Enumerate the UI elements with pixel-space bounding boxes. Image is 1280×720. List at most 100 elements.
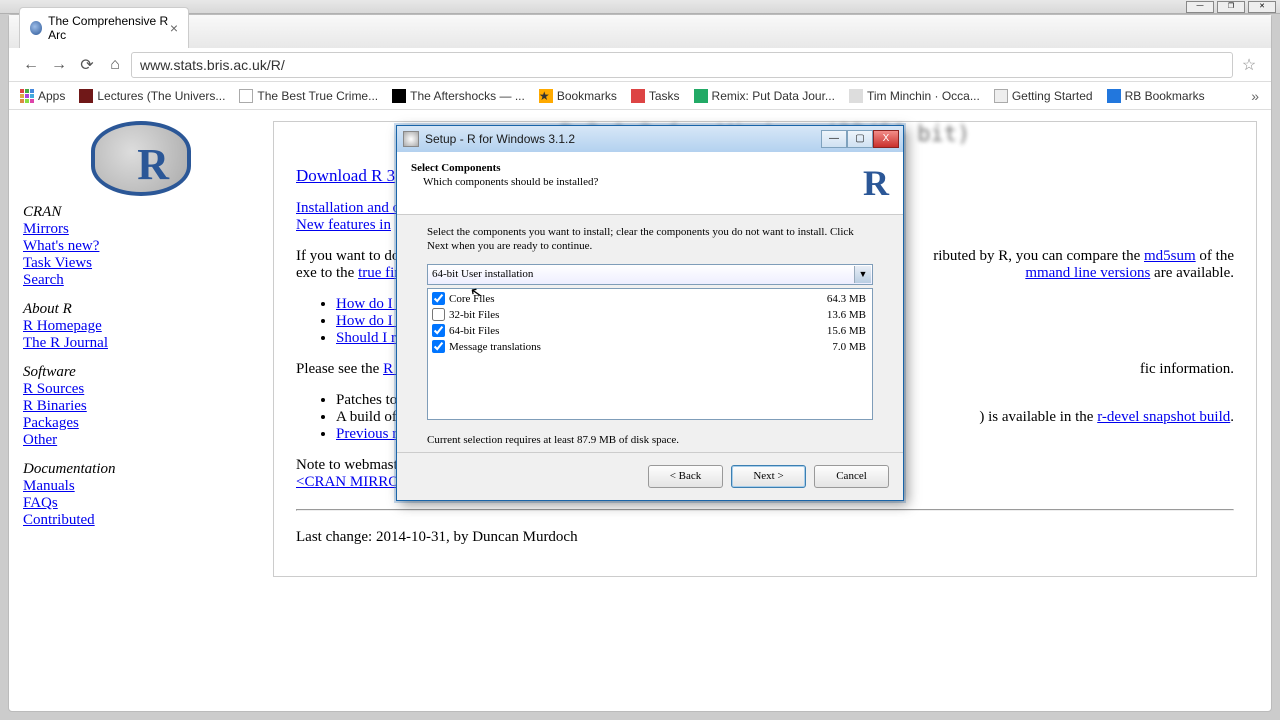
component-label: 64-bit Files: [449, 325, 499, 337]
sidebar-link[interactable]: What's new?: [23, 238, 259, 255]
dialog-header: Select Components Which components shoul…: [397, 152, 903, 215]
tab-favicon: [30, 21, 42, 35]
install-type-dropdown[interactable]: 64-bit User installation ▼: [427, 264, 873, 285]
dialog-titlebar[interactable]: Setup - R for Windows 3.1.2 — ▢ X: [397, 126, 903, 152]
bookmark-item[interactable]: ★Bookmarks: [536, 86, 620, 106]
bookmark-icon: [849, 89, 863, 103]
sidebar-link[interactable]: Contributed: [23, 512, 259, 529]
bookmark-item[interactable]: RB Bookmarks: [1104, 86, 1208, 106]
sidebar-link[interactable]: The R Journal: [23, 335, 259, 352]
newfeatures-link[interactable]: New features in: [296, 217, 391, 233]
sidebar-heading: CRAN: [23, 204, 61, 220]
dialog-minimize-button[interactable]: —: [821, 130, 847, 148]
sidebar-link[interactable]: Mirrors: [23, 221, 259, 238]
bookmark-item[interactable]: Getting Started: [991, 86, 1096, 106]
component-label: 32-bit Files: [449, 309, 499, 321]
dialog-heading: Select Components: [411, 162, 598, 174]
reload-button[interactable]: ⟳: [75, 53, 99, 77]
sidebar: CRAN Mirrors What's new? Task Views Sear…: [23, 121, 273, 577]
sidebar-link[interactable]: Task Views: [23, 255, 259, 272]
component-size: 15.6 MB: [827, 325, 866, 337]
component-size: 7.0 MB: [832, 341, 866, 353]
back-button[interactable]: < Back: [648, 465, 723, 488]
disk-space-text: Current selection requires at least 87.9…: [427, 434, 873, 446]
component-checkbox[interactable]: [432, 324, 445, 337]
sidebar-link[interactable]: R Homepage: [23, 318, 259, 335]
forward-button[interactable]: →: [47, 53, 71, 77]
bookmark-item[interactable]: Remix: Put Data Jour...: [691, 86, 838, 106]
sidebar-link[interactable]: Other: [23, 432, 259, 449]
os-minimize-button[interactable]: —: [1186, 1, 1214, 13]
component-checkbox[interactable]: [432, 292, 445, 305]
bookmark-star-icon[interactable]: ☆: [1237, 55, 1261, 75]
bookmark-icon: [392, 89, 406, 103]
components-list: Core Files 64.3 MB 32-bit Files 13.6 MB …: [427, 288, 873, 420]
cancel-button[interactable]: Cancel: [814, 465, 889, 488]
component-size: 64.3 MB: [827, 293, 866, 305]
apps-label: Apps: [38, 89, 65, 103]
dialog-maximize-button[interactable]: ▢: [847, 130, 873, 148]
install-link[interactable]: Installation and o: [296, 200, 400, 216]
component-checkbox[interactable]: [432, 340, 445, 353]
nav-toolbar: ← → ⟳ ⌂ www.stats.bris.ac.uk/R/ ☆: [9, 48, 1271, 82]
bookmark-icon: [994, 89, 1008, 103]
bookmark-icon: [1107, 89, 1121, 103]
url-text: www.stats.bris.ac.uk/R/: [140, 57, 285, 73]
chevron-down-icon: ▼: [854, 266, 871, 283]
component-label: Core Files: [449, 293, 495, 305]
home-button[interactable]: ⌂: [103, 53, 127, 77]
tabs-bar: The Comprehensive R Arc ×: [9, 15, 1271, 48]
component-checkbox[interactable]: [432, 308, 445, 321]
sidebar-link[interactable]: Search: [23, 272, 259, 289]
bookmark-icon: [694, 89, 708, 103]
apps-button[interactable]: Apps: [17, 86, 68, 106]
dialog-subheading: Which components should be installed?: [423, 176, 598, 188]
sidebar-heading: Documentation: [23, 461, 115, 477]
next-button[interactable]: Next >: [731, 465, 806, 488]
dialog-title: Setup - R for Windows 3.1.2: [425, 132, 575, 146]
sidebar-heading: About R: [23, 301, 72, 317]
star-icon: ★: [539, 89, 553, 103]
back-button[interactable]: ←: [19, 53, 43, 77]
sidebar-link[interactable]: FAQs: [23, 495, 259, 512]
setup-icon: [403, 131, 419, 147]
bookmark-item[interactable]: The Aftershocks — ...: [389, 86, 528, 106]
bookmark-item[interactable]: The Best True Crime...: [236, 86, 381, 106]
r-logo: [91, 121, 191, 196]
cmdline-link[interactable]: mmand line versions: [1025, 265, 1150, 281]
dialog-close-button[interactable]: X: [873, 130, 899, 148]
rdevel-link[interactable]: r-devel snapshot build: [1097, 409, 1230, 425]
os-close-button[interactable]: ✕: [1248, 1, 1276, 13]
os-window-titlebar: — ❐ ✕: [0, 0, 1280, 14]
component-label: Message translations: [449, 341, 541, 353]
address-bar[interactable]: www.stats.bris.ac.uk/R/: [131, 52, 1233, 78]
dropdown-value: 64-bit User installation: [432, 268, 533, 280]
component-row[interactable]: Message translations 7.0 MB: [430, 339, 870, 355]
last-change: Last change: 2014-10-31, by Duncan Murdo…: [296, 529, 1234, 546]
bookmark-icon: [79, 89, 93, 103]
sidebar-link[interactable]: R Sources: [23, 381, 259, 398]
installer-dialog: Setup - R for Windows 3.1.2 — ▢ X Select…: [396, 125, 904, 501]
bookmarks-bar: Apps Lectures (The Univers... The Best T…: [9, 82, 1271, 110]
os-restore-button[interactable]: ❐: [1217, 1, 1245, 13]
dialog-body: Select the components you want to instal…: [397, 215, 903, 452]
bookmark-item[interactable]: Tasks: [628, 86, 683, 106]
browser-tab[interactable]: The Comprehensive R Arc ×: [19, 7, 189, 48]
sidebar-link[interactable]: Manuals: [23, 478, 259, 495]
component-size: 13.6 MB: [827, 309, 866, 321]
bookmark-item[interactable]: Lectures (The Univers...: [76, 86, 228, 106]
md5sum-link[interactable]: md5sum: [1144, 248, 1196, 264]
component-row[interactable]: 32-bit Files 13.6 MB: [430, 307, 870, 323]
instruction-text: Select the components you want to instal…: [427, 225, 873, 254]
tab-close-icon[interactable]: ×: [170, 20, 178, 36]
apps-grid-icon: [20, 89, 34, 103]
component-row[interactable]: 64-bit Files 15.6 MB: [430, 323, 870, 339]
sidebar-link[interactable]: Packages: [23, 415, 259, 432]
mail-icon: [631, 89, 645, 103]
bookmarks-overflow-button[interactable]: »: [1247, 88, 1263, 104]
sidebar-link[interactable]: R Binaries: [23, 398, 259, 415]
download-link[interactable]: Download R 3: [296, 166, 395, 185]
component-row[interactable]: Core Files 64.3 MB: [430, 291, 870, 307]
bookmark-item[interactable]: Tim Minchin · Occa...: [846, 86, 983, 106]
dialog-footer: < Back Next > Cancel: [397, 452, 903, 500]
